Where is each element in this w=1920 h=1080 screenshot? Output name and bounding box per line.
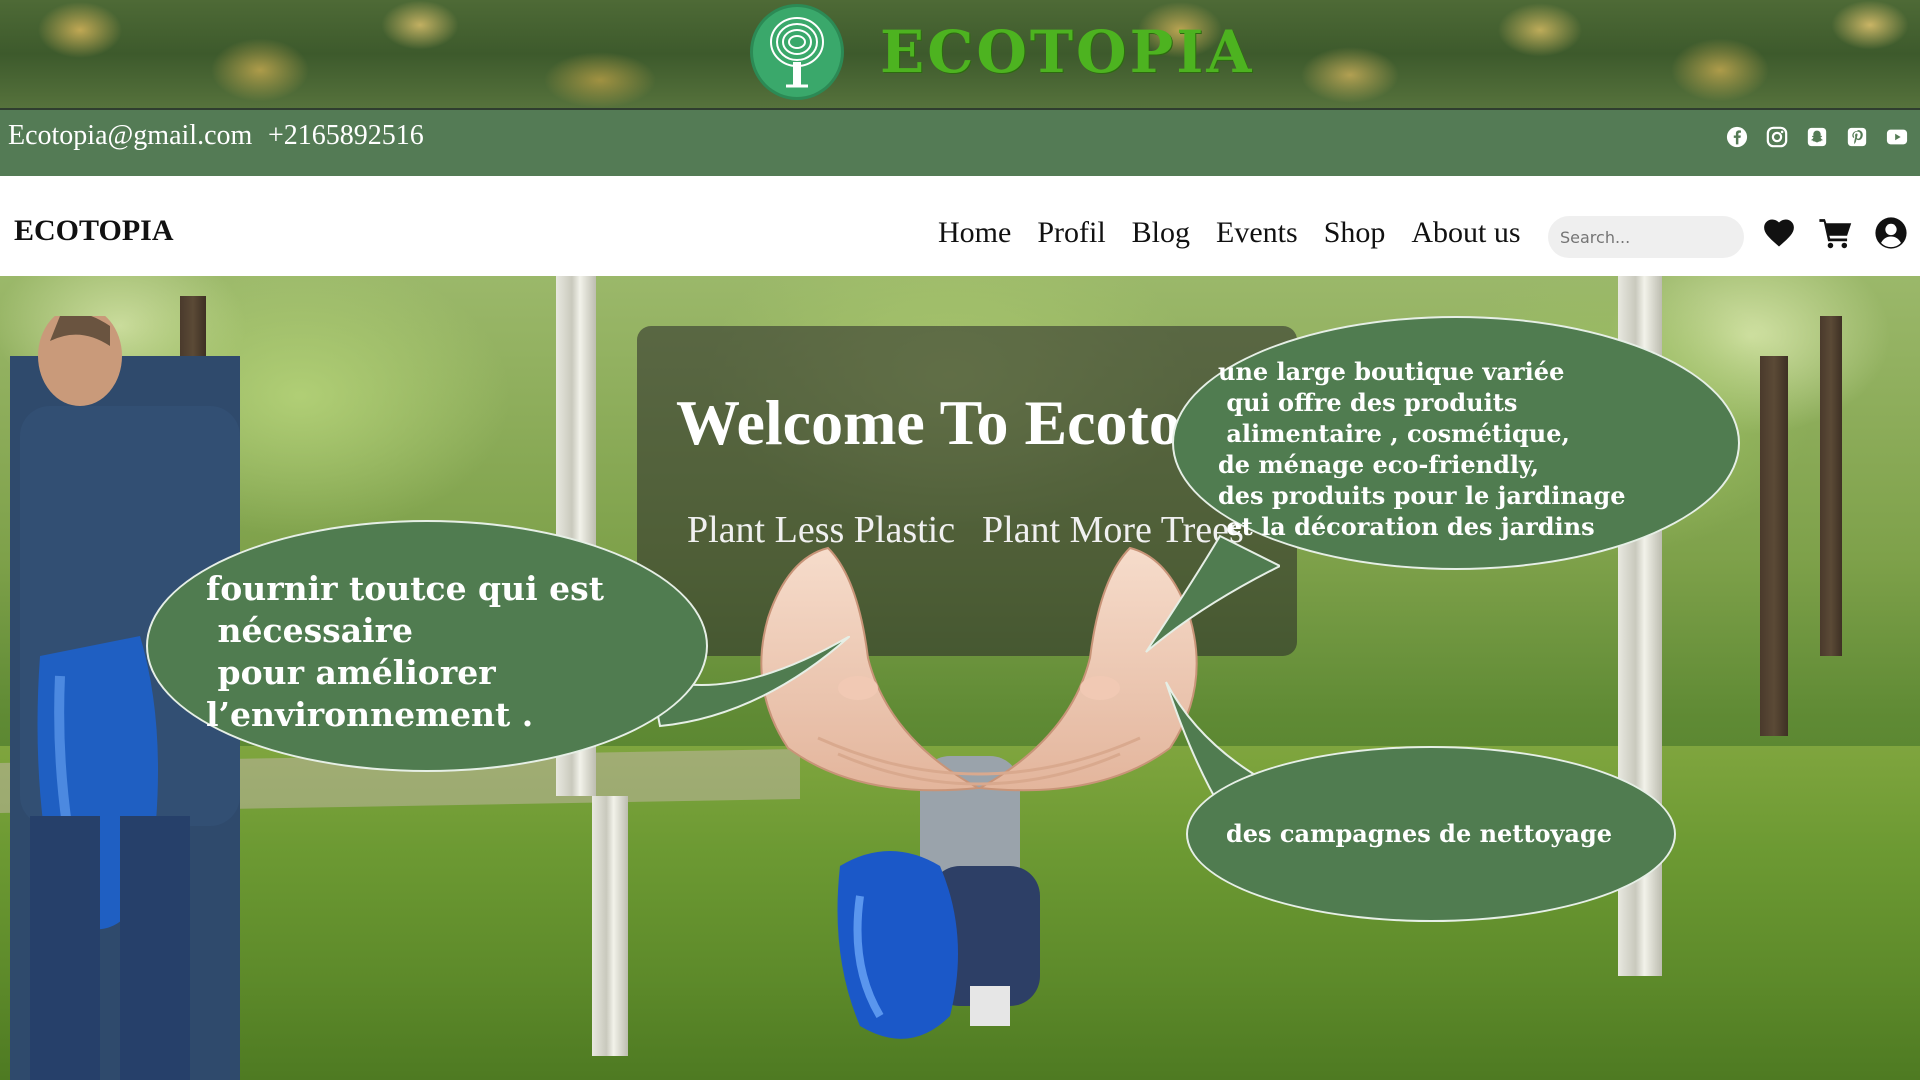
nav-shop[interactable]: Shop [1324,216,1386,250]
tree-fingerprint-icon [750,4,844,100]
heart-icon[interactable] [1762,216,1796,250]
volunteer-woman-illustration [837,756,1040,1039]
nav-about-us[interactable]: About us [1411,216,1520,250]
contact-email[interactable]: Ecotopia@gmail.com [8,120,252,152]
youtube-icon[interactable] [1886,126,1908,148]
birch-trunk-lower [592,796,628,1056]
contact-phone[interactable]: +2165892516 [268,120,424,152]
search-input[interactable] [1548,216,1744,258]
tree-trunk [1760,356,1788,736]
snapchat-icon[interactable] [1806,126,1828,148]
bubble-text-right-top: une large boutique variée qui offre des … [1218,357,1626,541]
instagram-icon[interactable] [1766,126,1788,148]
social-links [1726,126,1908,148]
bubble-text-left: fournir toutce qui est nécessaire pour a… [206,569,604,734]
hero-section: Welcome To Ecotopia Plant Less Plastic P… [0,276,1920,1080]
bubble-tail-right-top [1145,534,1280,653]
bubble-text-right-bottom: des campagnes de nettoyage [1226,819,1613,848]
banner-title: ECOTOPIA [880,18,1255,86]
tree-trunk [1820,316,1842,656]
nav-profil[interactable]: Profil [1037,216,1105,250]
contact-bar: Ecotopia@gmail.com +2165892516 [0,108,1920,176]
brand-logo-text[interactable]: ECOTOPIA [14,214,173,248]
user-icon[interactable] [1874,216,1908,250]
nav-events[interactable]: Events [1216,216,1298,250]
navbar: ECOTOPIA Home Profil Blog Events Shop Ab… [0,176,1920,276]
facebook-icon[interactable] [1726,126,1748,148]
pinterest-icon[interactable] [1846,126,1868,148]
nav-links: Home Profil Blog Events Shop About us [938,216,1521,250]
nav-home[interactable]: Home [938,216,1011,250]
nav-blog[interactable]: Blog [1132,216,1190,250]
top-banner: ECOTOPIA [0,0,1920,108]
cart-icon[interactable] [1818,216,1852,250]
